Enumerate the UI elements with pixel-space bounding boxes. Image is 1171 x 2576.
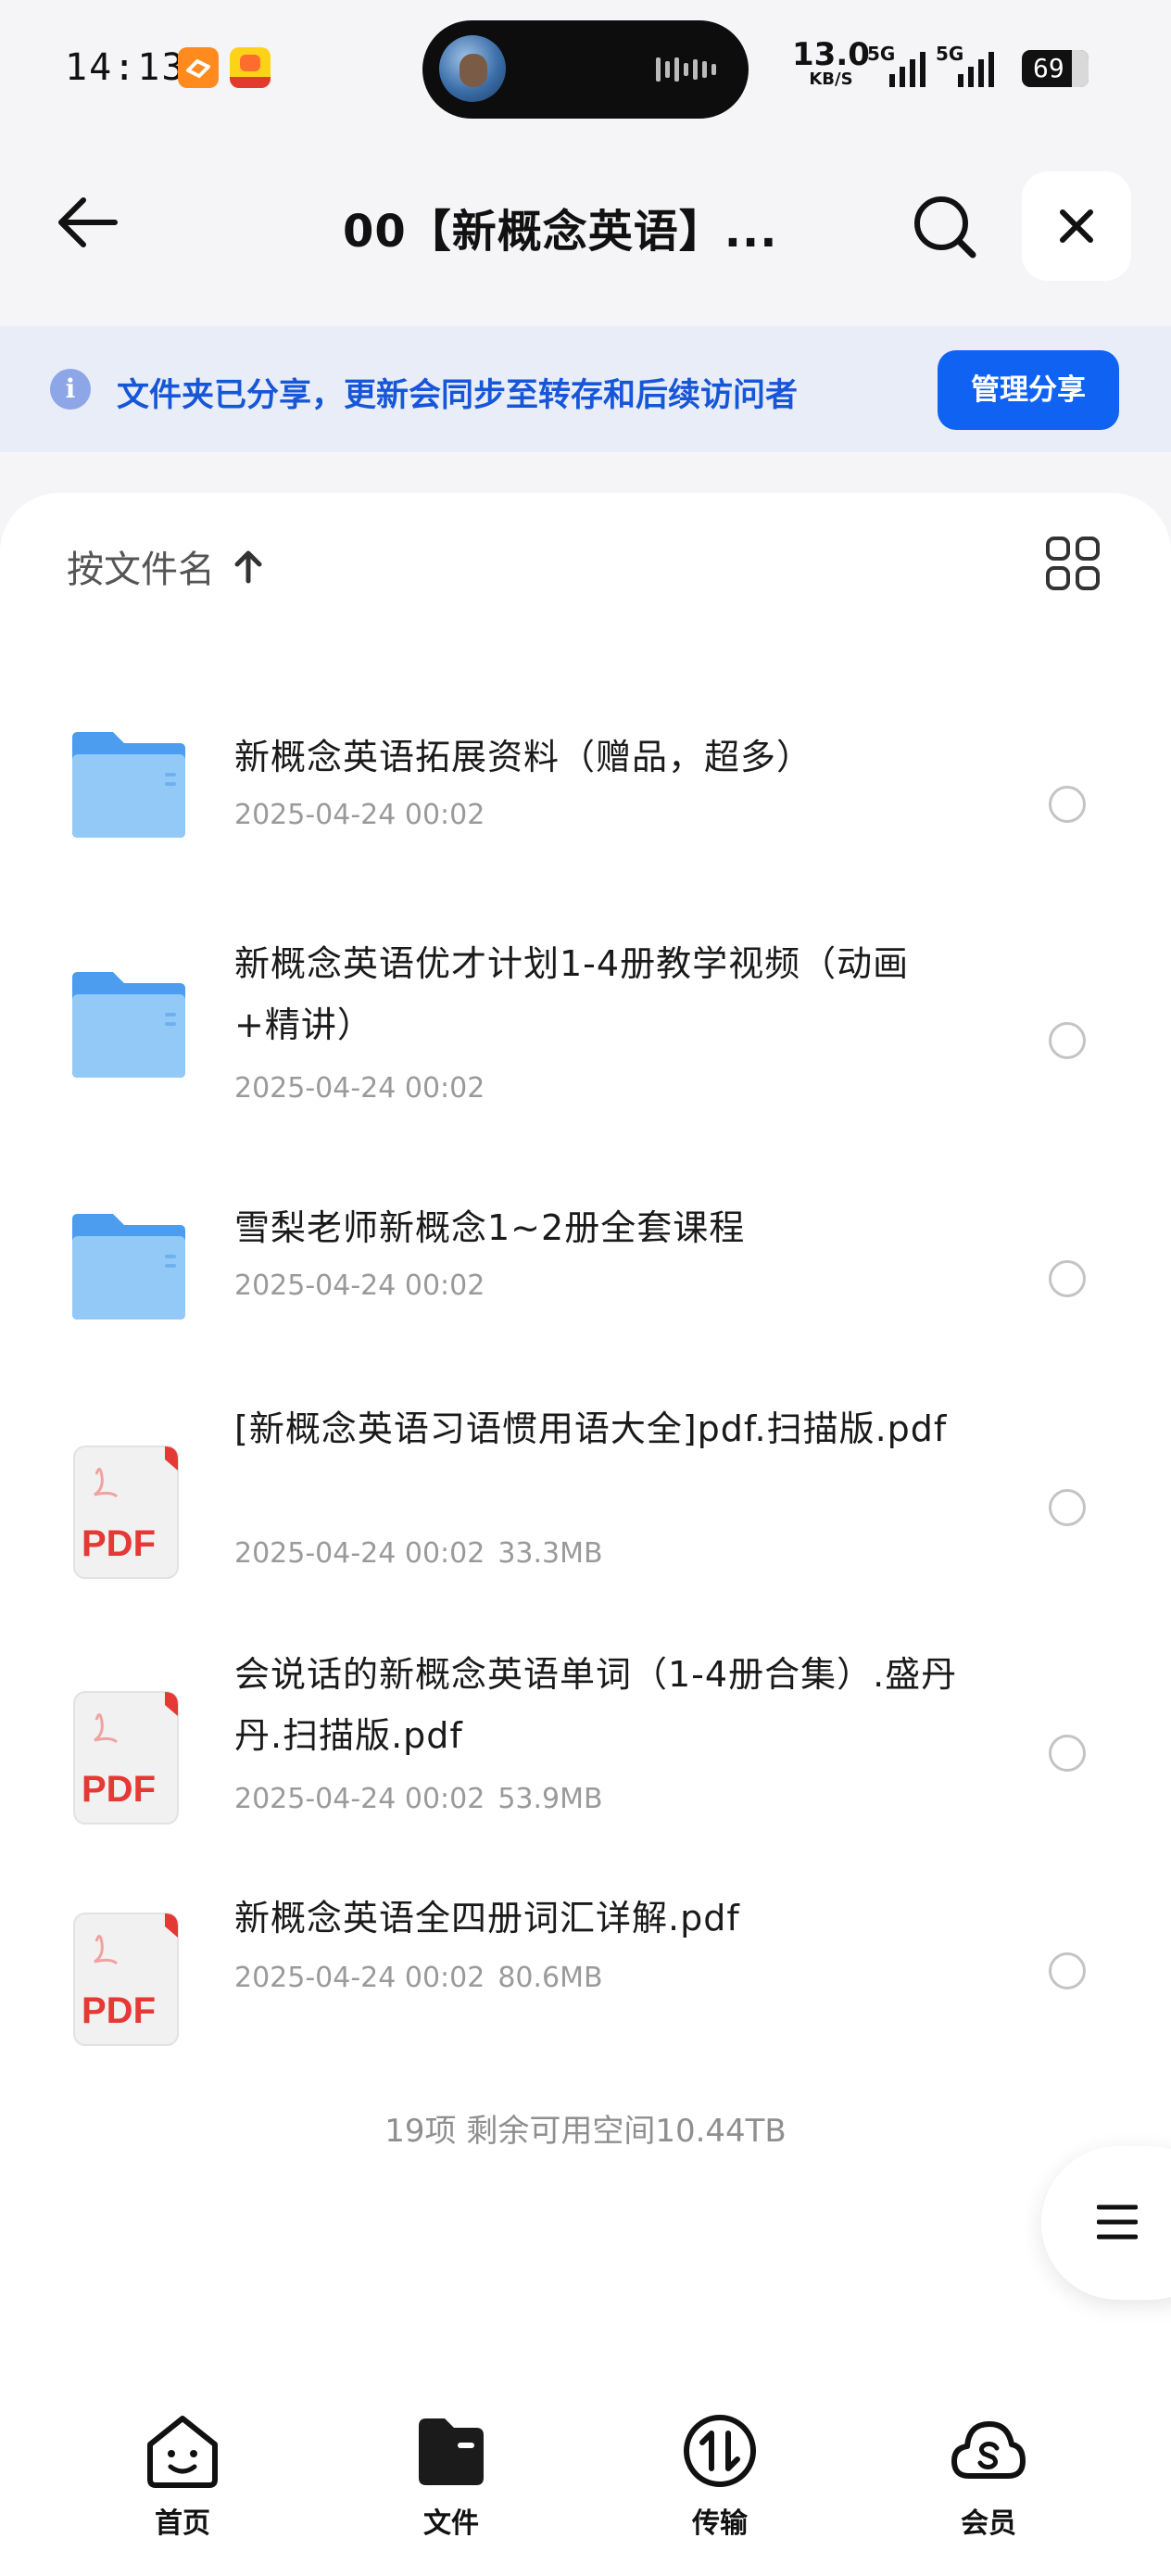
audio-wave-icon [656, 57, 716, 82]
notification-app-icon [178, 47, 219, 88]
file-row[interactable]: 新概念英语优才计划1-4册教学视频（动画+精讲） 2025-04-24 00:0… [0, 924, 1171, 1165]
folder-icon [72, 972, 185, 1078]
home-face-icon [147, 2416, 218, 2488]
search-icon [914, 196, 976, 259]
notification-app-icon-2 [230, 47, 271, 88]
file-date: 2025-04-24 00:02 [234, 1269, 485, 1302]
screen: 14:13 13.0 KB/S 5G 5G 69 00【新概念英语】... i … [0, 0, 1171, 2576]
network-speed: 13.0 KB/S [792, 36, 870, 89]
sort-label: 按文件名 [67, 549, 215, 591]
file-date: 2025-04-24 00:02 [234, 1537, 485, 1570]
tab-transfer-label: 传输 [692, 2507, 748, 2540]
file-size: 80.6MB [497, 1962, 603, 1994]
tab-files-label: 文件 [423, 2507, 479, 2540]
file-name: 新概念英语优才计划1-4册教学视频（动画+精讲） [234, 943, 910, 1045]
page-title: 00【新概念英语】... [343, 206, 778, 258]
share-notice-banner: i 文件夹已分享，更新会同步至转存和后续访问者 管理分享 [0, 326, 1171, 452]
pdf-file-icon: PDF [73, 1446, 179, 1579]
grid-view-icon [1046, 537, 1100, 590]
file-name: [新概念英语习语惯用语大全]pdf.扫描版.pdf [234, 1408, 948, 1449]
file-meta: 2025-04-24 00:02 [234, 799, 485, 831]
tab-vip[interactable]: 会员 [896, 2411, 1081, 2569]
share-notice-text: 文件夹已分享，更新会同步至转存和后续访问者 [117, 377, 799, 414]
file-name: 会说话的新概念英语单词（1-4册合集）.盛丹丹.扫描版.pdf [234, 1654, 958, 1756]
tab-files[interactable]: 文件 [359, 2411, 544, 2569]
file-meta: 2025-04-24 00:02 80.6MB [234, 1962, 603, 1994]
info-icon: i [50, 369, 91, 410]
svg-text:PDF: PDF [82, 1990, 156, 2031]
pdf-file-icon: PDF [73, 1913, 179, 2046]
tab-home[interactable]: 首页 [90, 2411, 275, 2569]
item-count-summary: 19项 剩余可用空间10.44TB [384, 2113, 787, 2150]
file-meta: 2025-04-24 00:02 [234, 1072, 485, 1105]
close-button[interactable] [1022, 171, 1131, 281]
file-meta: 2025-04-24 00:02 33.3MB [234, 1537, 603, 1570]
tab-transfer[interactable]: 传输 [627, 2411, 812, 2569]
select-checkbox[interactable] [1049, 1022, 1086, 1059]
select-checkbox[interactable] [1049, 1489, 1086, 1526]
floating-menu-button[interactable] [1041, 2146, 1171, 2300]
cloud-vip-icon [951, 2421, 1026, 2479]
select-checkbox[interactable] [1049, 786, 1086, 823]
arrow-up-icon [234, 550, 262, 584]
file-row[interactable]: 新概念英语拓展资料（赠品，超多） 2025-04-24 00:02 [0, 697, 1171, 910]
file-size: 33.3MB [497, 1537, 603, 1570]
bottom-navigation: 首页 文件 传输 会员 [0, 2393, 1171, 2576]
media-avatar [439, 35, 506, 102]
file-date: 2025-04-24 00:02 [234, 1962, 485, 1994]
file-size: 53.9MB [497, 1783, 603, 1815]
folder-icon [72, 1214, 185, 1320]
file-name: 新概念英语拓展资料（赠品，超多） [234, 737, 813, 777]
file-list-panel: 按文件名 新概念英语拓展资料（赠品，超多） 2025-04-24 00:02 新… [0, 493, 1171, 2393]
dynamic-island[interactable] [422, 20, 749, 119]
top-bar: 00【新概念英语】... [0, 158, 1171, 297]
file-row[interactable]: PDF 会说话的新概念英语单词（1-4册合集）.盛丹丹.扫描版.pdf 2025… [0, 1642, 1171, 1874]
tab-vip-label: 会员 [961, 2507, 1016, 2540]
file-meta: 2025-04-24 00:02 [234, 1269, 485, 1302]
close-icon [1060, 209, 1093, 243]
file-row[interactable]: PDF 新概念英语全四册词汇详解.pdf 2025-04-24 00:02 80.… [0, 1888, 1171, 2082]
file-row[interactable]: PDF [新概念英语习语惯用语大全]pdf.扫描版.pdf 2025-04-24… [0, 1396, 1171, 1628]
manage-share-button[interactable]: 管理分享 [938, 350, 1119, 430]
sort-control[interactable]: 按文件名 [67, 539, 264, 595]
menu-icon [1097, 2204, 1138, 2240]
file-date: 2025-04-24 00:02 [234, 799, 485, 831]
file-name: 雪梨老师新概念1~2册全套课程 [234, 1207, 746, 1248]
file-date: 2025-04-24 00:02 [234, 1783, 485, 1815]
svg-text:PDF: PDF [82, 1769, 156, 1810]
folder-icon [72, 732, 185, 838]
file-name: 新概念英语全四册词汇详解.pdf [234, 1898, 740, 1938]
svg-text:PDF: PDF [82, 1523, 156, 1564]
tab-home-label: 首页 [155, 2507, 210, 2540]
file-meta: 2025-04-24 00:02 53.9MB [234, 1783, 603, 1815]
select-checkbox[interactable] [1049, 1952, 1086, 1989]
grid-view-toggle[interactable] [1045, 536, 1101, 591]
select-checkbox[interactable] [1049, 1735, 1086, 1772]
file-date: 2025-04-24 00:02 [234, 1072, 485, 1105]
file-row[interactable]: 雪梨老师新概念1~2册全套课程 2025-04-24 00:02 [0, 1179, 1171, 1383]
status-time: 14:13 [65, 46, 186, 89]
status-bar: 14:13 13.0 KB/S 5G 5G 69 [0, 0, 1171, 139]
search-button[interactable] [908, 190, 982, 264]
pdf-file-icon: PDF [73, 1691, 179, 1825]
arrow-left-icon [58, 197, 118, 247]
select-checkbox[interactable] [1049, 1260, 1086, 1297]
battery-indicator: 69 [1022, 50, 1089, 87]
folder-icon [419, 2418, 484, 2485]
back-button[interactable] [50, 185, 124, 259]
transfer-icon [684, 2415, 756, 2487]
